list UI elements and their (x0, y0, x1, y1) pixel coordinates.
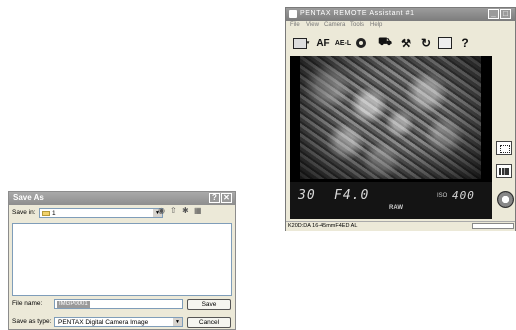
maximize-icon[interactable]: □ (500, 9, 511, 19)
save-as-type-label: Save as type: (12, 318, 52, 325)
wrench-icon[interactable]: ⚒ (398, 35, 414, 51)
chevron-down-icon[interactable]: ▼ (173, 318, 182, 326)
file-name-value: IMGP0001 (57, 301, 90, 308)
window-title: PENTAX REMOTE Assistant #1 (300, 10, 415, 17)
status-bar: K20D:DA 16-45mmF4ED AL (286, 221, 515, 231)
save-in-label: Save in: (12, 209, 36, 216)
folder-icon (42, 211, 50, 216)
iso-value: 400 (452, 189, 475, 202)
save-in-value: 1 (52, 210, 56, 217)
dialog-title: Save As (13, 193, 44, 202)
minimize-icon[interactable]: _ (488, 9, 499, 19)
live-view-panel[interactable]: 30 F4.0 RAW ISO 400 (290, 56, 492, 219)
camera-icon (289, 10, 297, 18)
monitor-select-icon[interactable]: ▾ (291, 35, 311, 51)
quality-label: RAW (389, 205, 403, 211)
close-icon[interactable]: ✕ (221, 193, 232, 203)
pentax-remote-window: PENTAX REMOTE Assistant #1 _ □ File View… (285, 7, 516, 231)
af-button[interactable]: AF (315, 35, 331, 51)
up-folder-icon[interactable]: ⇧ (170, 206, 177, 215)
menu-file[interactable]: File (290, 22, 300, 28)
help-icon[interactable]: ? (458, 35, 472, 51)
back-icon[interactable]: ◉ (158, 206, 165, 215)
toolbar: ▾ AF AE-L ⛟ ⚒ ↻ ? (286, 32, 515, 54)
shutter-speed: 30 (298, 188, 316, 203)
file-name-field[interactable]: IMGP0001 (54, 299, 183, 309)
view-menu-icon[interactable]: ▦ (194, 206, 202, 215)
status-progress-field (472, 223, 514, 229)
shutter-release-icon[interactable] (497, 191, 514, 208)
file-name-label: File name: (12, 300, 43, 307)
menu-bar: File View Camera Tools Help (286, 22, 515, 31)
menu-tools[interactable]: Tools (350, 22, 364, 28)
refresh-icon[interactable]: ↻ (418, 35, 434, 51)
capture-icon[interactable] (354, 35, 368, 51)
file-list[interactable] (12, 223, 232, 296)
menu-help[interactable]: Help (370, 22, 382, 28)
histogram-icon[interactable] (496, 164, 512, 178)
save-as-dialog: Save As ? ✕ Save in: 1 ▼ File name: IMGP… (8, 191, 236, 330)
window-title-bar[interactable]: PENTAX REMOTE Assistant #1 _ □ (286, 8, 515, 21)
iso-label: ISO (437, 193, 448, 199)
menu-camera[interactable]: Camera (324, 22, 345, 28)
menu-view[interactable]: View (306, 22, 319, 28)
camera-settings-icon[interactable]: ⛟ (377, 35, 393, 51)
save-as-type-value: PENTAX Digital Camera Image (58, 319, 149, 326)
aperture: F4.0 (334, 188, 370, 203)
grid-display-icon[interactable] (496, 141, 512, 155)
live-view-image (300, 56, 481, 179)
cancel-button[interactable]: Cancel (187, 317, 231, 328)
dialog-title-bar[interactable]: Save As ? ✕ (9, 192, 235, 205)
help-icon[interactable]: ? (209, 193, 220, 203)
list-view-icon[interactable] (437, 35, 453, 51)
save-in-combo[interactable]: 1 ▼ (39, 208, 163, 218)
exposure-info-bar: 30 F4.0 RAW ISO 400 (290, 182, 492, 219)
ae-lock-button[interactable]: AE-L (334, 35, 352, 51)
status-text: K20D:DA 16-45mmF4ED AL (288, 223, 358, 229)
save-as-type-combo[interactable]: PENTAX Digital Camera Image ▼ (54, 317, 183, 327)
new-folder-icon[interactable]: ✱ (182, 206, 189, 215)
save-button[interactable]: Save (187, 299, 231, 310)
